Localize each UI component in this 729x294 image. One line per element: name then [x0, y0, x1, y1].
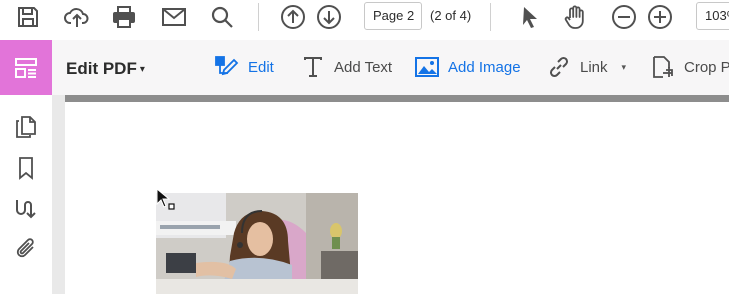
print-icon[interactable]: [110, 3, 138, 31]
mouse-cursor-icon: [156, 187, 178, 214]
link-button[interactable]: Link ▾: [546, 52, 626, 82]
edit-tool-button[interactable]: Edit: [214, 52, 274, 82]
page-number-input[interactable]: Page 2: [364, 2, 422, 30]
edit-pdf-menu[interactable]: Edit PDF ▾: [66, 59, 145, 79]
crop-pages-button[interactable]: Crop Pages: [650, 52, 729, 82]
attachments-icon[interactable]: [12, 235, 40, 263]
hand-icon[interactable]: [562, 3, 590, 31]
email-icon[interactable]: [160, 3, 188, 31]
document-image[interactable]: [156, 193, 358, 294]
link-icon: [549, 56, 569, 78]
search-icon[interactable]: [208, 3, 236, 31]
edit-pdf-toolbar: Edit PDF ▾ Edit Add Text Add Image Link ▾…: [0, 40, 729, 95]
add-text-button[interactable]: Add Text: [300, 52, 392, 82]
toolbar-divider: [258, 3, 259, 31]
toolbar-divider: [490, 3, 491, 31]
add-image-button[interactable]: Add Image: [414, 52, 521, 82]
edit-pdf-title: Edit PDF: [66, 59, 137, 78]
add-image-label: Add Image: [448, 58, 521, 76]
chevron-down-icon: ▾: [139, 64, 145, 75]
document-gutter: [52, 95, 65, 294]
bookmark-icon[interactable]: [12, 154, 40, 182]
edit-icon: [215, 56, 239, 76]
add-text-label: Add Text: [334, 58, 393, 76]
left-navigation-rail: [0, 95, 52, 294]
text-icon: [304, 57, 322, 77]
panel-layout-icon: [15, 57, 37, 78]
main-toolbar: Page 2 (2 of 4) 103%: [0, 0, 729, 38]
crop-pages-label: Crop Pages: [684, 58, 729, 76]
zoom-level-input[interactable]: 103%: [696, 2, 729, 30]
crop-icon: [653, 56, 673, 78]
select-cursor-icon[interactable]: [516, 3, 544, 31]
save-icon[interactable]: [14, 3, 42, 31]
zoom-out-icon[interactable]: [610, 3, 638, 31]
page-count-label: (2 of 4): [430, 8, 472, 23]
tools-icon[interactable]: [12, 195, 40, 223]
page-top-edge: [65, 95, 729, 102]
tools-pane-toggle[interactable]: [0, 40, 52, 95]
page-down-icon[interactable]: [315, 3, 343, 31]
upload-cloud-icon[interactable]: [63, 3, 91, 31]
link-label: Link: [580, 58, 608, 76]
image-icon: [415, 57, 439, 77]
link-dropdown-icon[interactable]: ▾: [622, 62, 627, 73]
edit-tool-label: Edit: [248, 58, 274, 76]
page-up-icon[interactable]: [279, 3, 307, 31]
page-thumbnails-icon[interactable]: [12, 113, 40, 141]
zoom-in-icon[interactable]: [646, 3, 674, 31]
